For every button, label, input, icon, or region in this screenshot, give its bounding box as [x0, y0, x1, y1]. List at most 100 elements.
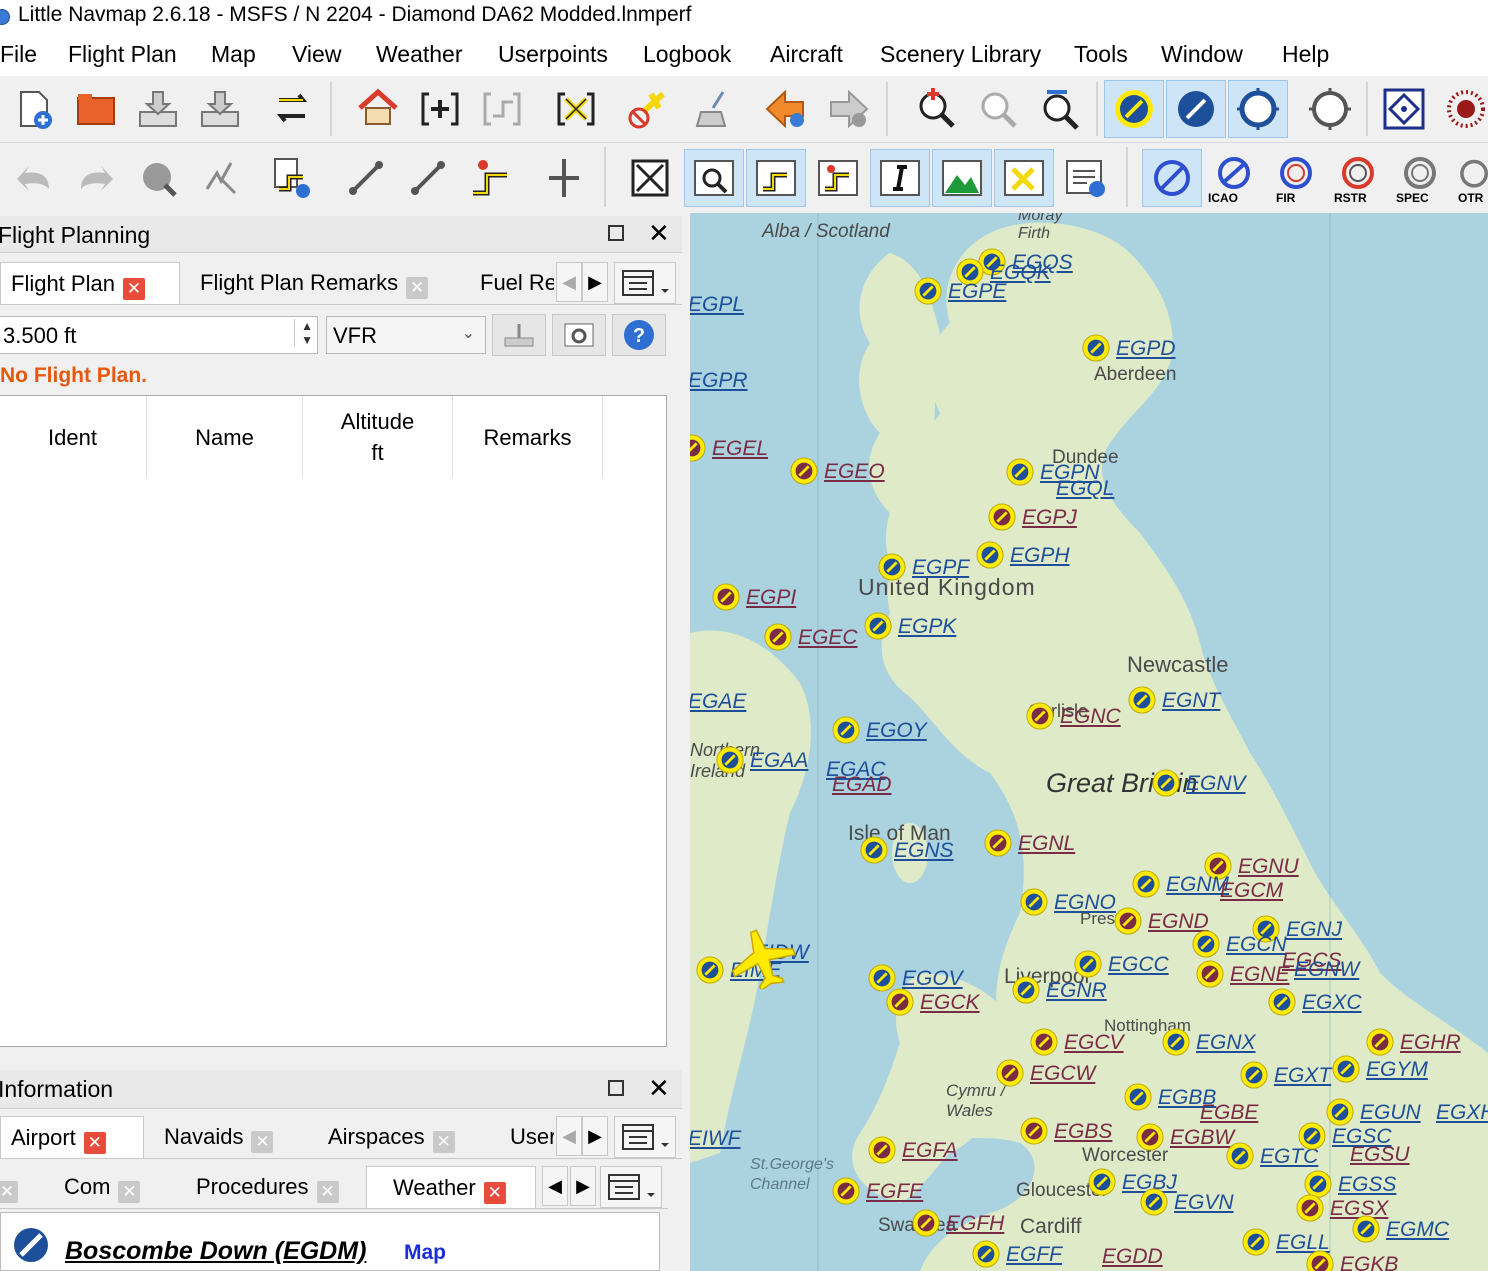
airport-label[interactable]: EGPH: [1010, 544, 1070, 568]
airport-label[interactable]: EGSU: [1350, 1143, 1410, 1167]
airport-label[interactable]: EGQL: [1056, 477, 1114, 501]
airport-label[interactable]: EGNT: [1162, 689, 1220, 713]
zoom-in-button[interactable]: [906, 80, 966, 138]
airport-label[interactable]: EGMC: [1386, 1218, 1449, 1242]
show-soft-airports-button[interactable]: [1166, 80, 1226, 138]
airport-label[interactable]: EGPI: [746, 586, 796, 610]
airport-label[interactable]: EGPF: [912, 556, 969, 580]
menu-window[interactable]: Window: [1161, 41, 1243, 68]
close-tab-icon[interactable]: ✕: [122, 278, 145, 300]
user-aircraft-icon[interactable]: [730, 925, 800, 989]
airport-label[interactable]: EGPR: [690, 369, 748, 393]
airport-symbol-icon[interactable]: [1226, 1142, 1254, 1170]
airport-label[interactable]: EGFA: [902, 1139, 958, 1163]
redo-button[interactable]: [66, 149, 126, 207]
airport-label[interactable]: EGKB: [1340, 1253, 1398, 1271]
airport-symbol-icon[interactable]: [1030, 1028, 1058, 1056]
airport-symbol-icon[interactable]: [1136, 1123, 1164, 1151]
airport-label[interactable]: EGAA: [750, 749, 808, 773]
flight-rules-select[interactable]: VFR ⌄: [326, 316, 486, 354]
zoom-out-button[interactable]: [968, 80, 1028, 138]
airspace-fir-button[interactable]: FIR: [1266, 149, 1326, 207]
menu-scenery-library[interactable]: Scenery Library: [880, 41, 1041, 68]
airport-label[interactable]: EGCK: [920, 991, 980, 1015]
undo-button[interactable]: [4, 149, 64, 207]
airspace-restricted-button[interactable]: RSTR: [1328, 149, 1388, 207]
show-addon-airports-button[interactable]: [1300, 80, 1360, 138]
calc-radio-button[interactable]: [398, 149, 458, 207]
airport-label[interactable]: EGUN: [1360, 1101, 1421, 1125]
tab-fuel-report[interactable]: Fuel Re: [470, 262, 554, 304]
airport-label[interactable]: EGPJ: [1022, 506, 1077, 530]
airport-label[interactable]: EGAD: [832, 773, 892, 797]
airport-symbol-icon[interactable]: [1242, 1228, 1270, 1256]
aircraft-window-button[interactable]: [994, 149, 1054, 207]
airport-symbol-icon[interactable]: [1124, 1083, 1152, 1111]
float-icon[interactable]: [608, 225, 624, 241]
airport-label[interactable]: EGNU: [1238, 855, 1299, 879]
airport-symbol-icon[interactable]: [1162, 1028, 1190, 1056]
airport-label[interactable]: EGPD: [1116, 337, 1176, 361]
open-flight-plan-button[interactable]: [66, 80, 126, 138]
close-tab-icon[interactable]: ✕: [483, 1182, 506, 1204]
airport-symbol-icon[interactable]: [864, 612, 892, 640]
route-calc-window-button[interactable]: [808, 149, 868, 207]
airport-symbol-icon[interactable]: [912, 1209, 940, 1237]
adjust-altitude-button[interactable]: [534, 149, 594, 207]
airport-label[interactable]: EGBE: [1200, 1101, 1258, 1125]
search-window-button[interactable]: [684, 149, 744, 207]
airport-label[interactable]: EGCC: [1108, 953, 1169, 977]
menu-flight-plan[interactable]: Flight Plan: [68, 41, 177, 68]
airport-symbol-icon[interactable]: [1196, 960, 1224, 988]
airspace-special-button[interactable]: SPEC: [1390, 149, 1450, 207]
airport-symbol-icon[interactable]: [1332, 1055, 1360, 1083]
reverse-flight-plan-button[interactable]: [262, 80, 322, 138]
subtab-weather[interactable]: Weather ✕: [366, 1166, 536, 1208]
close-tab-icon[interactable]: ✕: [432, 1131, 455, 1153]
airport-symbol-icon[interactable]: [976, 541, 1004, 569]
airport-symbol-icon[interactable]: [1240, 1061, 1268, 1089]
delete-aircraft-trail-button[interactable]: [618, 80, 678, 138]
airport-label[interactable]: EGNC: [1060, 705, 1121, 729]
subtab-com[interactable]: Com ✕: [54, 1166, 164, 1208]
spin-arrows-icon[interactable]: ▲ ▼: [294, 319, 313, 347]
airport-label[interactable]: EGNR: [1046, 979, 1107, 1003]
airport-symbol-icon[interactable]: [914, 277, 942, 305]
airport-symbol-icon[interactable]: [1006, 458, 1034, 486]
subtab-procedures[interactable]: Procedures ✕: [186, 1166, 356, 1208]
map-overview-button[interactable]: [620, 149, 680, 207]
airport-symbol-icon[interactable]: [1088, 1168, 1116, 1196]
float-icon[interactable]: [608, 1080, 624, 1096]
airport-symbol-icon[interactable]: [764, 623, 792, 651]
center-flight-plan-button[interactable]: [410, 80, 470, 138]
menu-tools[interactable]: Tools: [1074, 41, 1128, 68]
airport-symbol-icon[interactable]: [790, 457, 818, 485]
airport-symbol-icon[interactable]: [1128, 686, 1156, 714]
airport-label[interactable]: EGPL: [690, 293, 744, 317]
airport-label[interactable]: EGBW: [1170, 1126, 1234, 1150]
back-button[interactable]: [756, 80, 816, 138]
airport-symbol-icon[interactable]: [1140, 1188, 1168, 1216]
flight-planning-window-button[interactable]: [746, 149, 806, 207]
help-button[interactable]: ?: [612, 314, 666, 356]
airport-label[interactable]: EGPK: [898, 615, 956, 639]
adjust-altitude-tool-button[interactable]: [492, 314, 546, 356]
center-route-button[interactable]: [472, 80, 532, 138]
tab-userpoints[interactable]: User: [500, 1116, 554, 1158]
airport-symbol-icon[interactable]: [832, 1177, 860, 1205]
airport-label[interactable]: EGNW: [1294, 958, 1359, 982]
information-window-button[interactable]: [870, 149, 930, 207]
airport-symbol-icon[interactable]: [988, 503, 1016, 531]
menu-userpoints[interactable]: Userpoints: [498, 41, 608, 68]
cruise-altitude-spinbox[interactable]: 3.500 ft ▲ ▼: [0, 316, 318, 354]
close-tab-icon[interactable]: ✕: [0, 1181, 18, 1203]
airport-symbol-icon[interactable]: [1132, 870, 1160, 898]
column-ident[interactable]: Ident: [0, 396, 147, 478]
menu-map[interactable]: Map: [211, 41, 256, 68]
airport-symbol-icon[interactable]: [1152, 769, 1180, 797]
airport-label[interactable]: EGXC: [1302, 991, 1362, 1015]
airport-symbol-icon[interactable]: [690, 434, 706, 462]
airport-label[interactable]: EGVN: [1174, 1191, 1234, 1215]
clear-selection-button[interactable]: [682, 80, 742, 138]
airport-label[interactable]: EGFH: [946, 1212, 1004, 1236]
